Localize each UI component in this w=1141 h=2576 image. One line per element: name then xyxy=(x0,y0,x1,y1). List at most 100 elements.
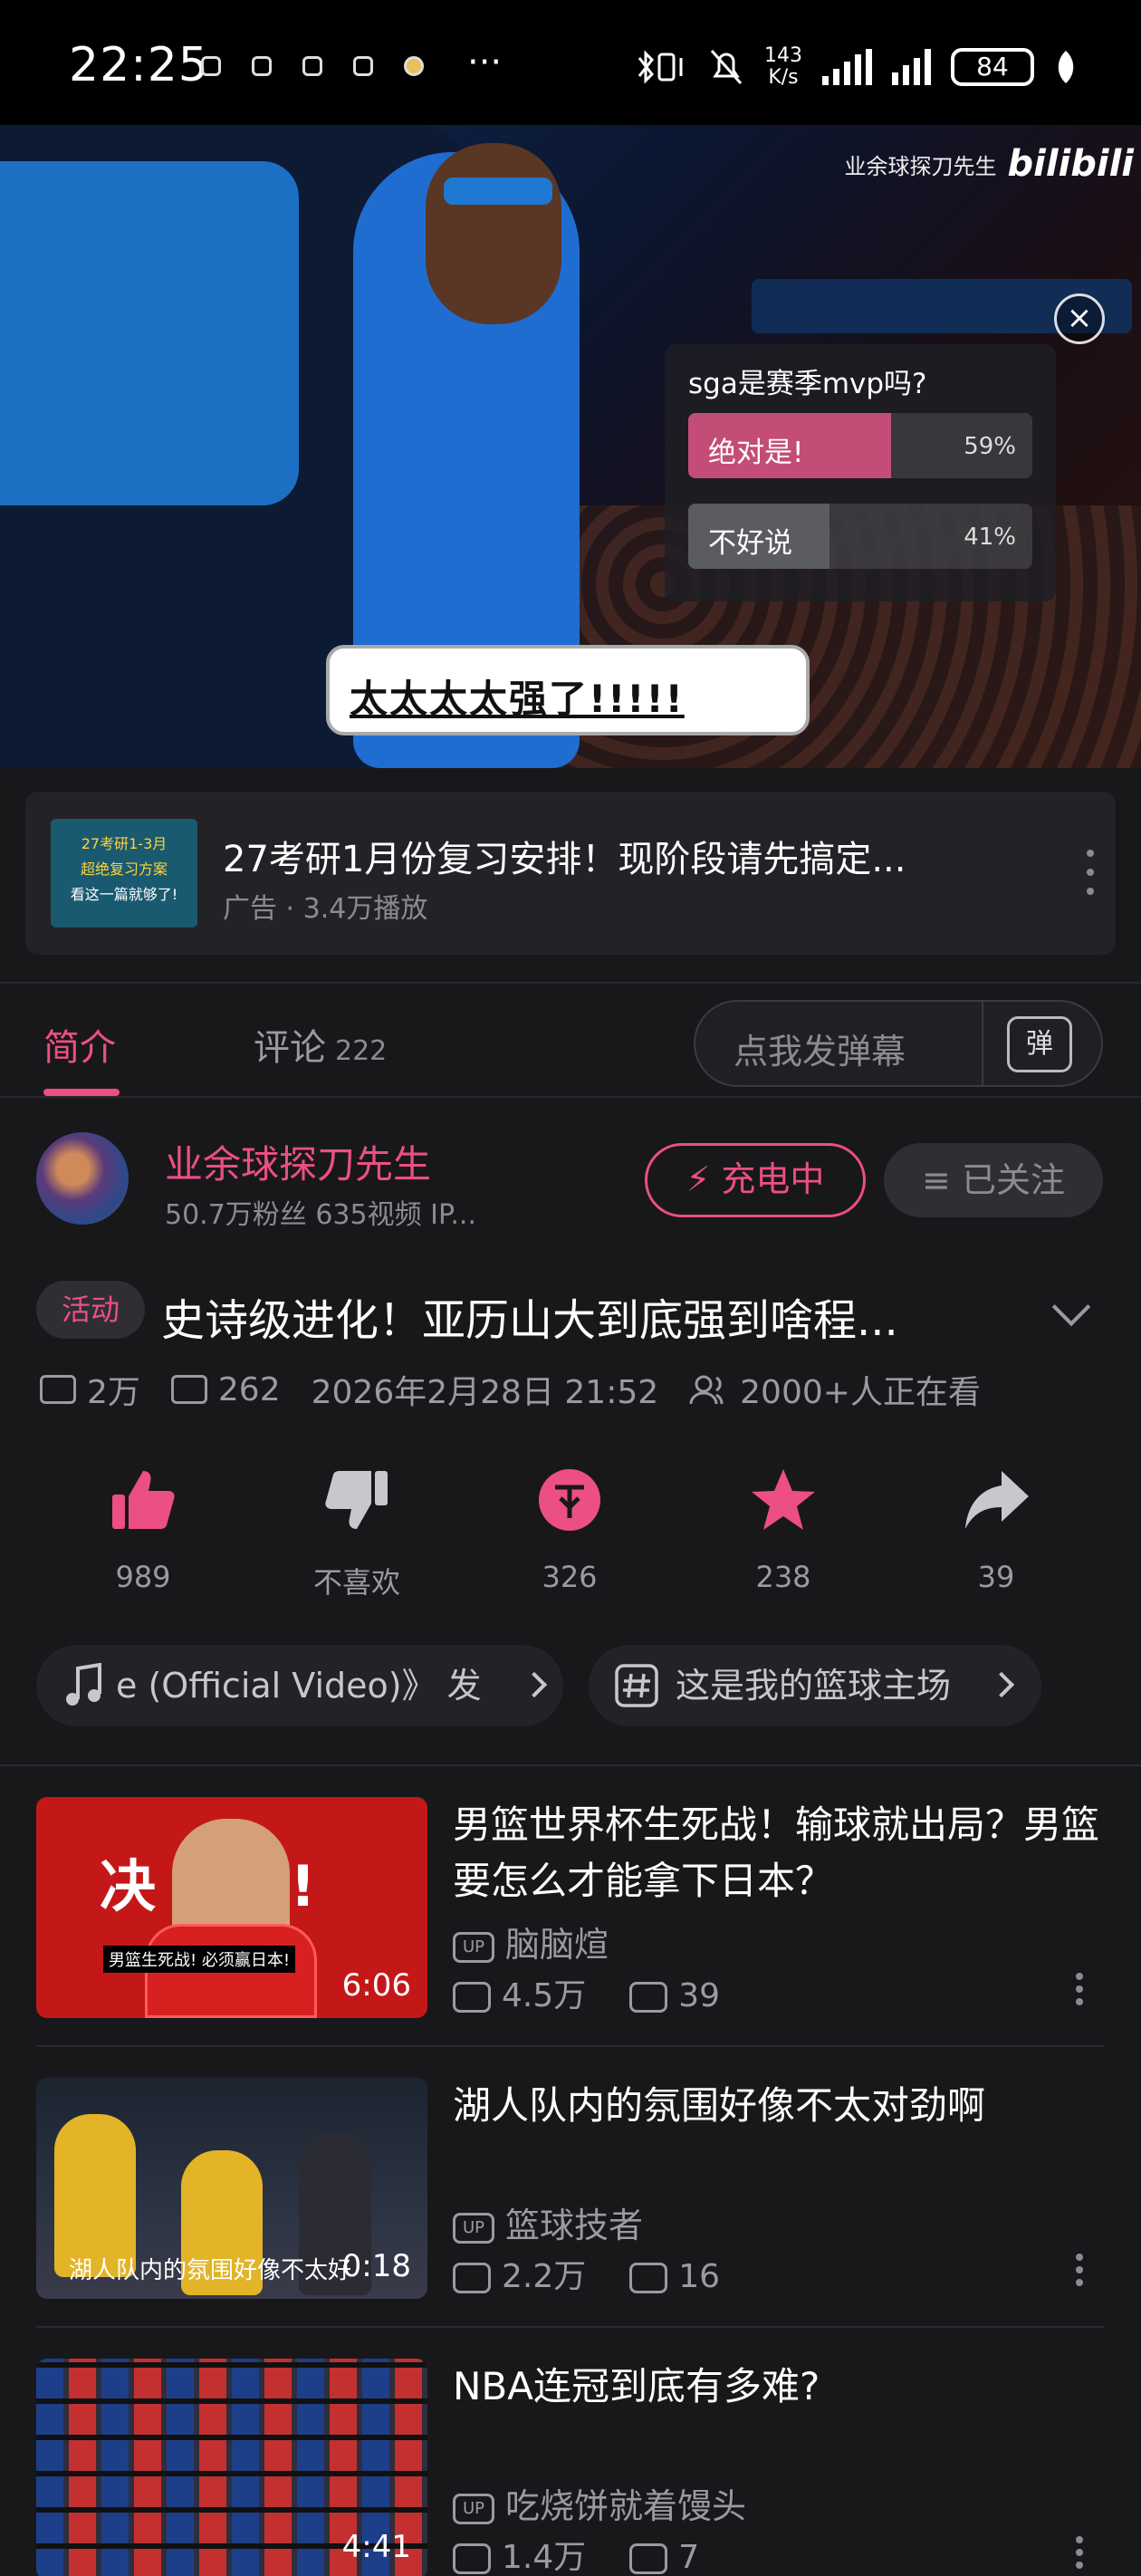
coin-icon xyxy=(539,1469,600,1531)
notification-icon xyxy=(302,56,322,76)
more-options-icon[interactable] xyxy=(1070,1973,1088,2005)
up-icon: UP xyxy=(453,2493,494,2524)
danmaku-count-icon xyxy=(629,1982,668,2013)
share-icon xyxy=(965,1471,1029,1529)
music-chip[interactable]: e (Official Video)》 发 xyxy=(36,1645,563,1726)
publish-date: 2026年2月28日 21:52 xyxy=(311,1374,659,1411)
bluetooth-vibrate-icon xyxy=(638,50,683,84)
topic-chip[interactable]: 这是我的篮球主场 xyxy=(589,1645,1041,1726)
vote-poll: sga是赛季mvp吗? 绝对是! 59% 不好说 41% xyxy=(665,344,1056,601)
follow-button[interactable]: ≡ 已关注 xyxy=(884,1143,1103,1217)
dislike-button[interactable]: 不喜欢 xyxy=(293,1466,420,1601)
danmaku-input[interactable]: 点我发弹幕 弹 xyxy=(694,1000,1103,1087)
danmaku-count-icon xyxy=(629,2263,668,2293)
chevron-right-icon xyxy=(988,1671,1015,1698)
status-indicators: 143 K/s 84 xyxy=(636,45,1078,89)
divider xyxy=(0,1764,1141,1766)
video-title: NBA连冠到底有多难? xyxy=(453,2364,820,2408)
danmaku-toggle-icon[interactable]: 弹 xyxy=(1007,1016,1072,1072)
foreground-jersey xyxy=(0,161,299,505)
music-icon xyxy=(66,1663,101,1706)
divider xyxy=(36,2045,1105,2047)
close-poll-icon[interactable]: × xyxy=(1054,293,1105,344)
uploader-meta: 50.7万粉丝 635视频 IP... xyxy=(165,1199,477,1231)
video-uploader: UP 吃烧饼就着馒头 xyxy=(453,2478,746,2528)
tab-intro[interactable]: 简介 xyxy=(43,1018,116,1071)
danmaku-sticker: 太太太太强了!!!!! xyxy=(326,645,810,735)
thumb-caption: 男篮生死战! 必须赢日本! xyxy=(103,1946,296,1973)
player-head xyxy=(426,143,561,324)
watching-now: 2000+人正在看 xyxy=(740,1374,981,1411)
video-uploader: UP 脑脑煊 xyxy=(453,1917,609,1966)
ad-thumbnail: 27考研1-3月 超绝复习方案 看这一篇就够了! xyxy=(51,819,197,928)
tab-active-indicator xyxy=(43,1089,120,1096)
thumbs-up-icon xyxy=(112,1471,175,1529)
like-button[interactable]: 989 xyxy=(80,1466,206,1594)
chevron-down-icon[interactable] xyxy=(1051,1287,1091,1327)
viewers-icon xyxy=(689,1375,724,1405)
video-stats: 2万 262 2026年2月28日 21:52 2000+人正在看 xyxy=(40,1366,981,1413)
up-icon: UP xyxy=(453,1931,494,1963)
ad-card[interactable]: 27考研1-3月 超绝复习方案 看这一篇就够了! 27考研1月份复习安排！现阶段… xyxy=(25,792,1116,955)
tab-comments[interactable]: 评论 222 xyxy=(254,1018,387,1071)
activity-tag: 活动 xyxy=(36,1281,145,1339)
video-title: 男篮世界杯生死战！输球就出局？男篮要怎么才能拿下日本？ xyxy=(453,1802,1100,1903)
uploader-name[interactable]: 业余球探刀先生 xyxy=(165,1134,431,1189)
ad-more-icon[interactable] xyxy=(1081,850,1099,895)
detail-tabs: 简介 评论 222 点我发弹幕 弹 xyxy=(0,982,1141,1098)
hashtag-icon xyxy=(615,1664,658,1707)
ad-title: 27考研1月份复习安排！现阶段请先搞定... xyxy=(223,839,906,880)
signal-icon-2 xyxy=(892,49,931,85)
video-player[interactable]: 业余球探刀先生 bilibili × sga是赛季mvp吗? 绝对是! 59% … xyxy=(0,125,1141,768)
network-speed: 143 K/s xyxy=(764,44,802,89)
video-stats: 4.5万 39 xyxy=(453,1969,720,2016)
thumb-caption: 湖人队内的氛围好像不太好 xyxy=(69,2257,352,2284)
ad-meta: 广告 · 3.4万播放 xyxy=(223,893,428,925)
notification-icon xyxy=(353,56,373,76)
video-thumbnail: 决 战! 男篮生死战! 必须赢日本! 6:06 xyxy=(36,1797,427,2018)
chevron-right-icon xyxy=(521,1671,548,1698)
video-title: 湖人队内的氛围好像不太对劲啊 xyxy=(453,2083,986,2128)
signal-icon xyxy=(822,49,872,85)
divider xyxy=(36,2326,1105,2328)
thumbs-down-icon xyxy=(325,1471,388,1529)
notification-icons xyxy=(201,56,424,76)
coin-button[interactable]: 326 xyxy=(506,1466,633,1594)
avatar[interactable] xyxy=(36,1132,129,1225)
video-uploader: UP 篮球技者 xyxy=(453,2197,643,2247)
poll-option[interactable]: 不好说 41% xyxy=(688,504,1032,569)
danmaku-count-icon xyxy=(170,1375,207,1404)
video-thumbnail: 湖人队内的氛围好像不太好 0:18 xyxy=(36,2078,427,2299)
battery-icon: 84 xyxy=(951,48,1034,86)
video-duration: 4:41 xyxy=(341,2529,411,2565)
more-options-icon[interactable] xyxy=(1070,2254,1088,2286)
bilibili-logo: bilibili xyxy=(1007,143,1134,185)
play-count-icon xyxy=(453,2263,491,2293)
video-thumbnail: 4:41 xyxy=(36,2359,427,2576)
more-notifications-icon: ··· xyxy=(467,42,503,83)
notification-icon xyxy=(252,56,272,76)
comments-count: 222 xyxy=(335,1035,388,1067)
status-bar: 22:25 ··· 143 K/s 84 xyxy=(0,0,1141,125)
favorite-button[interactable]: 238 xyxy=(720,1466,847,1594)
video-duration: 0:18 xyxy=(341,2248,411,2284)
charge-button[interactable]: ⚡ 充电中 xyxy=(645,1143,866,1217)
danmaku-count-icon xyxy=(629,2543,668,2574)
poll-option[interactable]: 绝对是! 59% xyxy=(688,413,1032,478)
video-watermark: 业余球探刀先生 bilibili xyxy=(844,143,1134,185)
more-options-icon[interactable] xyxy=(1070,2536,1088,2569)
play-count-icon xyxy=(453,2543,491,2574)
leaf-icon xyxy=(1058,51,1074,83)
player-headband xyxy=(444,178,552,205)
video-stats: 1.4万 7 xyxy=(453,2531,699,2576)
star-icon xyxy=(752,1469,815,1530)
danmaku-placeholder: 点我发弹幕 xyxy=(734,1032,906,1072)
play-count-icon xyxy=(453,1982,491,2013)
status-time: 22:25 xyxy=(69,38,209,92)
share-button[interactable]: 39 xyxy=(933,1466,1060,1594)
notification-icon xyxy=(201,56,221,76)
mute-icon xyxy=(710,50,743,84)
play-count-icon xyxy=(40,1375,76,1404)
up-icon: UP xyxy=(453,2212,494,2244)
notification-icon xyxy=(404,56,424,76)
